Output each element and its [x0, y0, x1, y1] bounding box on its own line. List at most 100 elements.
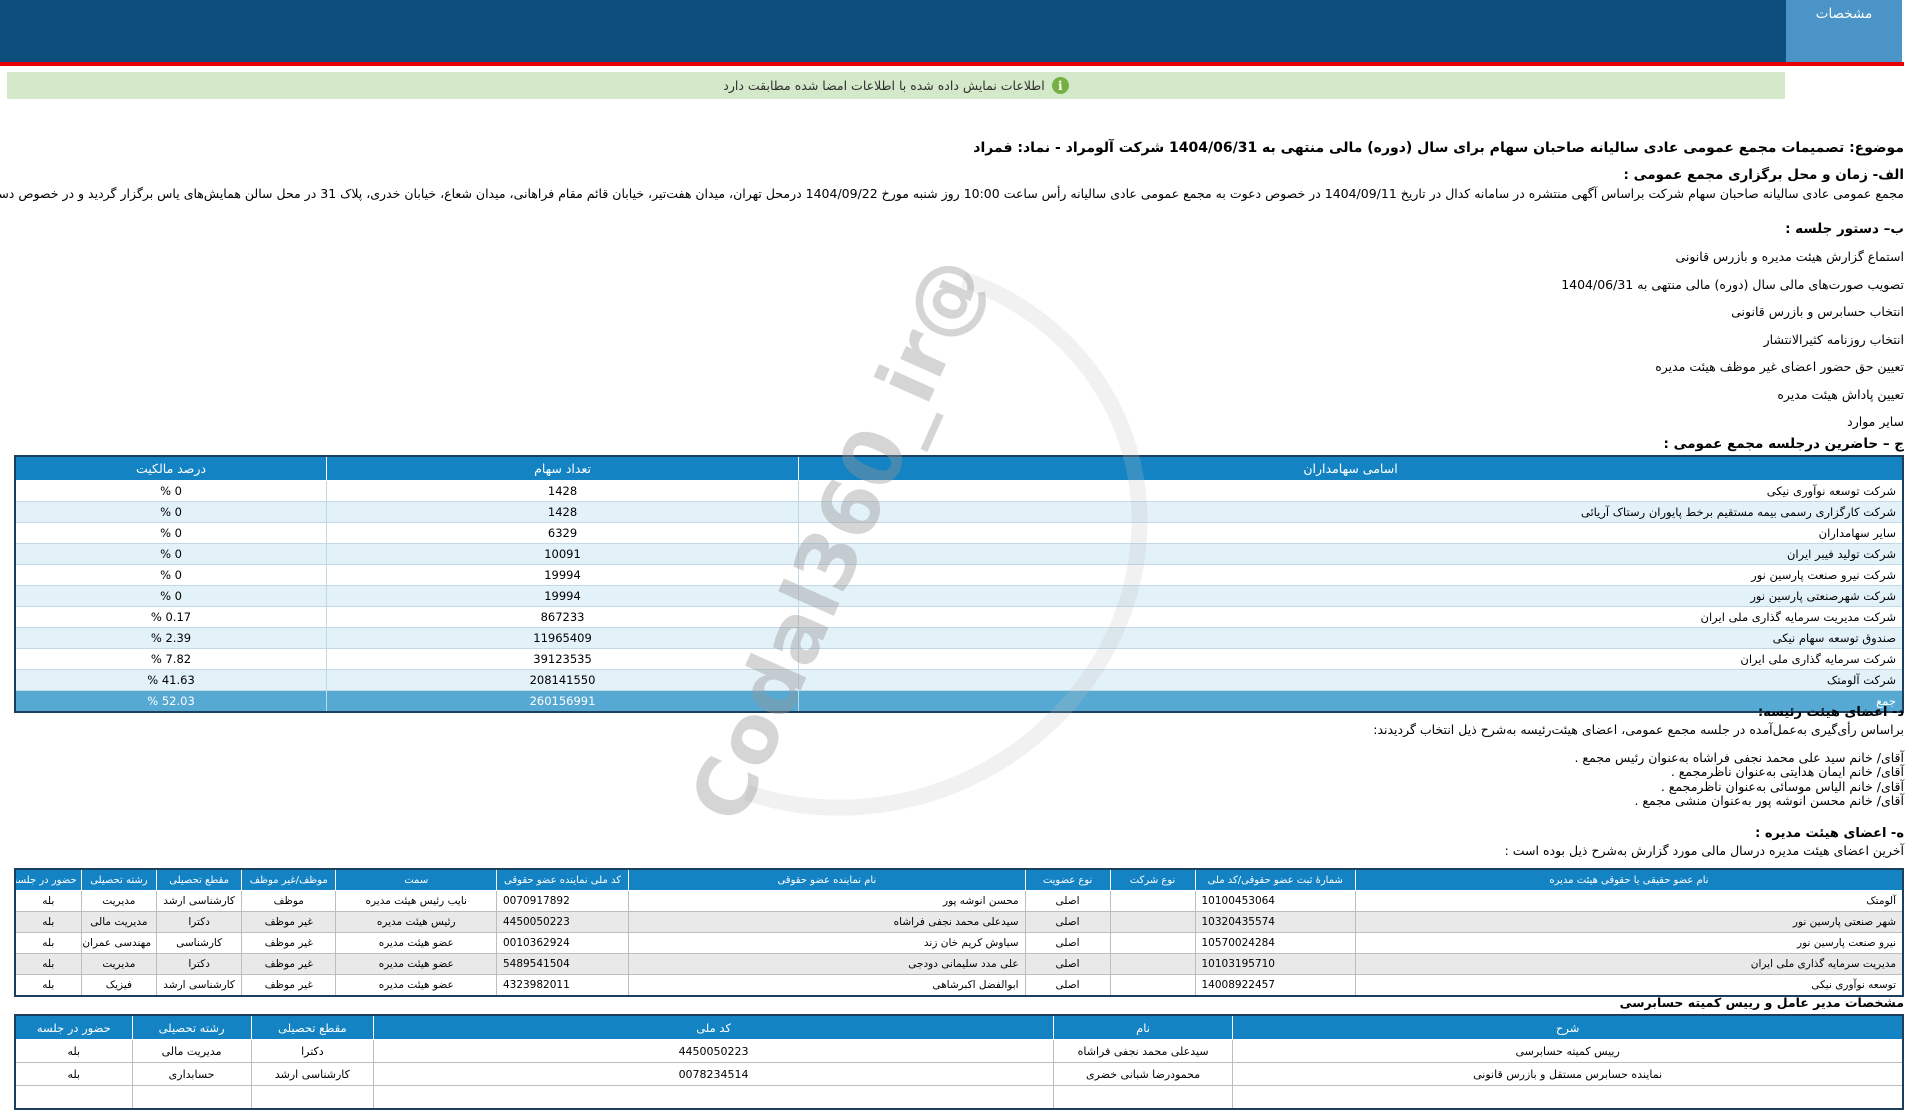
- cell: [1233, 1085, 1905, 1110]
- table-row: توسعه نوآوری نیکی 14008922457 اصلی ابوالفضل…: [15, 974, 1905, 997]
- column-header: مقطع تحصیلی: [157, 868, 244, 891]
- cell: غیر موظف: [242, 932, 338, 954]
- cell: اصلی: [1025, 974, 1112, 997]
- cell: [15, 1085, 134, 1110]
- cell: [132, 1085, 253, 1110]
- cell: نایب رئیس هیئت مدیره: [336, 890, 498, 912]
- cell: شرکت تولید فیبر ایران: [799, 543, 1905, 565]
- column-header: تعداد سهام: [327, 455, 801, 481]
- cell: شرکت کارگزاری رسمی بیمه مستقیم برخط پایو…: [799, 501, 1905, 523]
- cell: بله: [15, 911, 83, 933]
- cell: نماینده حسابرس مستقل و بازرس قانونی: [1233, 1062, 1905, 1086]
- cell: رییس کمیته حسابرسی: [1233, 1039, 1905, 1063]
- section-e-heading: ه- اعضای هیئت مدیره :: [1756, 826, 1905, 841]
- codal-report-page: { "app": { "tab_label": "مشخصات" }, "ban…: [0, 0, 1920, 1110]
- executives-heading: مشخصات مدیر عامل و رییس کمیته حسابرسی: [1620, 995, 1905, 1010]
- shareholders-table: اسامی سهامداران تعداد سهام درصد مالکیت شرکت…: [15, 455, 1905, 713]
- cell: 1428: [327, 501, 801, 523]
- cell: صندوق توسعه سهام نیکی: [799, 627, 1905, 649]
- section-b-heading: ب– دستور جلسه :: [1786, 221, 1905, 237]
- cell: % 0: [15, 543, 329, 565]
- executives-table-wrap: شرح نام کد ملی مقطع تحصیلی رشته تحصیلی حضور د…: [15, 1014, 1905, 1110]
- column-header: حضور در جلسه: [15, 868, 83, 891]
- column-header: نوع عضویت: [1025, 868, 1112, 891]
- agenda-item: تصویب صورت‌های مالی سال (دوره) مالی منته…: [1562, 276, 1905, 292]
- cell: کارشناسی: [157, 932, 244, 954]
- agenda-item: استماع گزارش هیئت مدیره و بازرس قانونی: [1676, 249, 1905, 264]
- cell: 4450050223: [496, 911, 631, 933]
- agenda-item: تعیین حق حضور اعضای غیر موظف هیئت مدیره: [1656, 359, 1905, 374]
- table-row: شرکت توسعه نوآوری نیکی 1428% 0: [15, 480, 1905, 502]
- cell: مدیریت: [81, 953, 159, 975]
- cell: [1110, 953, 1197, 975]
- table-row: شرکت نیرو صنعت پارسین نور 19994% 0: [15, 564, 1905, 586]
- table-row: شرکت سرمایه گذاری ملی ایران 39123535% 7.8…: [15, 648, 1905, 670]
- table-row: صندوق توسعه سهام نیکی 11965409% 2.39: [15, 627, 1905, 649]
- agenda-list: استماع گزارش هیئت مدیره و بازرس قانونی تص…: [15, 243, 1905, 436]
- cell: نیرو صنعت پارسین نور: [1355, 932, 1905, 954]
- column-header: رشته تحصیلی: [132, 1014, 253, 1040]
- header-bar: [0, 0, 1788, 62]
- column-header: موظف/غیر موظف: [242, 868, 338, 891]
- signature-match-banner: i اطلاعات نمایش داده شده با اطلاعات امضا…: [8, 72, 1786, 99]
- cell: محمودرضا شبانی خضری: [1053, 1062, 1235, 1086]
- cell: شهر صنعتی پارسین نور: [1355, 911, 1905, 933]
- tab-specifications[interactable]: مشخصات: [1787, 0, 1903, 62]
- cell: بله: [15, 974, 83, 997]
- cell: محسن انوشه پور: [629, 890, 1027, 912]
- meeting-details-paragraph: مجمع عمومی عادی سالیانه صاحبان سهام شرکت…: [0, 186, 1905, 201]
- cell: بله: [15, 890, 83, 912]
- cell: اصلی: [1025, 953, 1112, 975]
- table-row: [15, 1085, 1905, 1110]
- cell: شرکت سرمایه گذاری ملی ایران: [799, 648, 1905, 670]
- cell: مدیریت سرمایه گذاری ملی ایران: [1355, 953, 1905, 975]
- column-header: نام: [1053, 1014, 1235, 1040]
- table-header-row: نام عضو حقیقی یا حقوقی هیئت مدیره شمارۀ ث…: [15, 868, 1905, 891]
- table-row: رییس کمیته حسابرسی سیدعلی محمد نجفی فراشا…: [15, 1039, 1905, 1063]
- cell: بله: [15, 1039, 134, 1063]
- directors-intro: آخرین اعضای هیئت مدیره درسال مالی مورد گ…: [1505, 843, 1905, 858]
- cell: علی مدد سلیمانی دودجی: [629, 953, 1027, 975]
- cell: کارشناسی ارشد: [157, 890, 244, 912]
- directors-table-wrap: نام عضو حقیقی یا حقوقی هیئت مدیره شمارۀ ث…: [15, 868, 1905, 997]
- cell: ابوالفضل اکبرشاهی: [629, 974, 1027, 997]
- column-header: حضور در جلسه: [15, 1014, 134, 1040]
- agenda-item: تعیین پاداش هیئت مدیره: [1778, 386, 1905, 402]
- cell: مدیریت مالی: [81, 911, 159, 933]
- cell: اصلی: [1025, 932, 1112, 954]
- cell: 4450050223: [374, 1039, 1055, 1063]
- column-header: کد ملی نماینده عضو حقوقی: [496, 868, 631, 891]
- shareholders-table-wrap: اسامی سهامداران تعداد سهام درصد مالکیت شرکت…: [15, 455, 1905, 713]
- cell: [1110, 890, 1197, 912]
- cell: توسعه نوآوری نیکی: [1355, 974, 1905, 997]
- signature-match-text: اطلاعات نمایش داده شده با اطلاعات امضا ش…: [724, 78, 1046, 93]
- cell: [1110, 911, 1197, 933]
- column-header: درصد مالکیت: [15, 455, 329, 481]
- cell: آلومتک: [1355, 890, 1905, 912]
- cell: 19994: [327, 585, 801, 607]
- table-header-row: شرح نام کد ملی مقطع تحصیلی رشته تحصیلی حضور د…: [15, 1014, 1905, 1040]
- cell: شرکت نیرو صنعت پارسین نور: [799, 564, 1905, 586]
- cell: 10100453064: [1195, 890, 1357, 912]
- cell: غیر موظف: [242, 911, 338, 933]
- cell: 208141550: [327, 669, 801, 691]
- cell: بله: [15, 932, 83, 954]
- cell: % 0: [15, 522, 329, 544]
- presiding-board-member: آقای/ خانم الیاس موسائی به‌عنوان ناظرمجم…: [1661, 778, 1905, 794]
- table-row: سایر سهامداران 6329% 0: [15, 522, 1905, 544]
- cell: 19994: [327, 564, 801, 586]
- header-divider: [0, 62, 1905, 66]
- executives-table: شرح نام کد ملی مقطع تحصیلی رشته تحصیلی حضور د…: [15, 1014, 1905, 1110]
- column-header: نام عضو حقیقی یا حقوقی هیئت مدیره: [1355, 868, 1905, 891]
- cell: فیزیک: [81, 974, 159, 997]
- table-header-row: اسامی سهامداران تعداد سهام درصد مالکیت: [15, 455, 1905, 481]
- cell: % 0: [15, 501, 329, 523]
- cell: 10103195710: [1195, 953, 1357, 975]
- cell: غیر موظف: [242, 953, 338, 975]
- presiding-board-member: آقای/ خانم سید علی محمد نجفی فراشاه به‌ع…: [1575, 750, 1905, 765]
- section-a-heading: الف- زمان و محل برگزاری مجمع عمومی :: [1624, 167, 1905, 183]
- cell: 867233: [327, 606, 801, 628]
- cell: شرکت مدیریت سرمایه گذاری ملی ایران: [799, 606, 1905, 628]
- cell: [374, 1085, 1055, 1110]
- cell: % 41.63: [15, 669, 329, 691]
